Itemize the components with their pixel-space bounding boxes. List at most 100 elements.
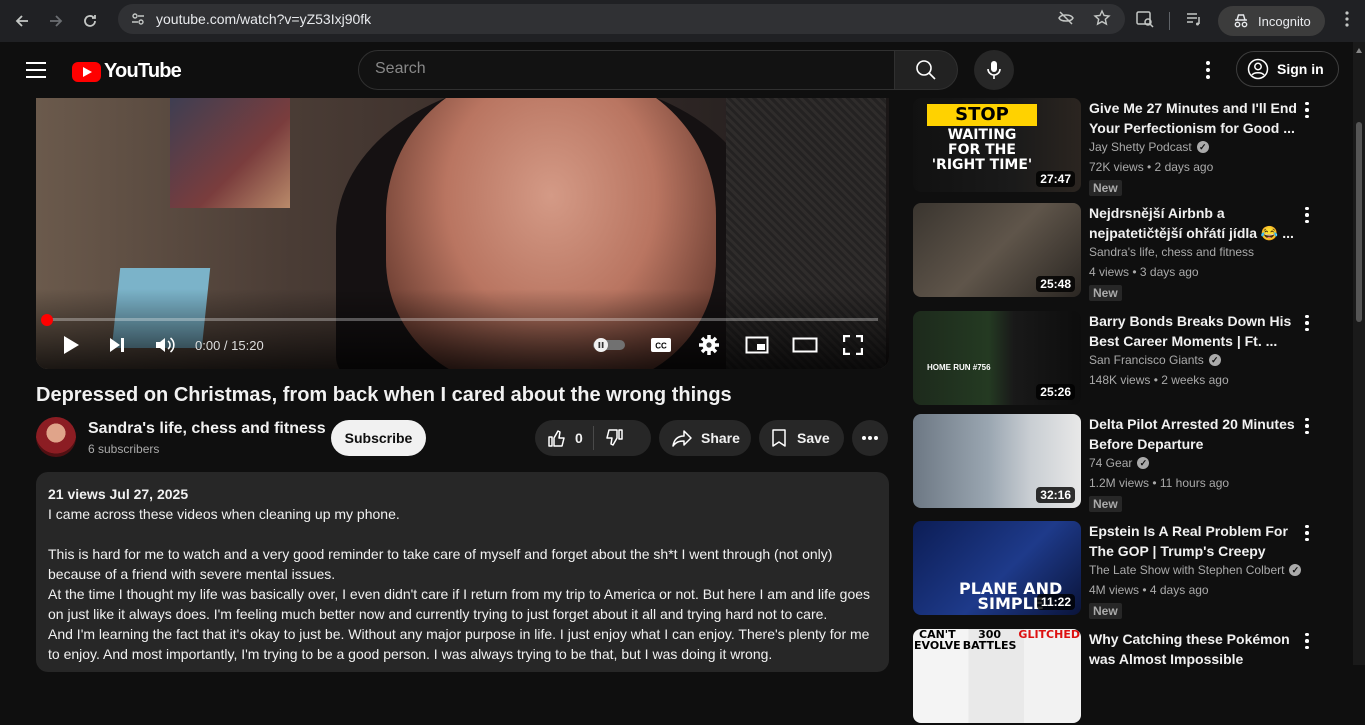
microphone-icon xyxy=(987,61,1001,79)
video-duration: 32:16 xyxy=(1036,487,1075,503)
svg-text:CC: CC xyxy=(655,342,667,351)
reload-icon[interactable] xyxy=(78,9,102,33)
eye-off-icon[interactable] xyxy=(1057,9,1075,31)
subscriber-count: 6 subscribers xyxy=(88,442,160,456)
next-button[interactable] xyxy=(106,334,128,356)
more-vertical-icon[interactable] xyxy=(1301,100,1313,120)
recommendation-thumbnail[interactable]: PLANE AND SIMPLE 11:22 xyxy=(913,521,1081,615)
incognito-indicator[interactable]: Incognito xyxy=(1218,6,1325,36)
recommendation-item[interactable]: CAN'T EVOLVE 300 BATTLES GLITCHED Why Catchin… xyxy=(913,629,1333,725)
bookmark-star-icon[interactable] xyxy=(1093,9,1111,31)
description-text: I came across these videos when cleaning… xyxy=(48,506,871,662)
thumbnail-text-column: 300 BATTLES xyxy=(963,629,1017,651)
logo-text: YouTube xyxy=(104,60,182,82)
recommendation-title[interactable]: Why Catching these Pokémon was Almost Im… xyxy=(1089,629,1297,669)
recommendation-meta: 72K views • 2 days ago xyxy=(1089,160,1214,174)
recommendation-thumbnail[interactable]: 32:16 xyxy=(913,414,1081,508)
subscribe-button[interactable]: Subscribe xyxy=(331,420,426,456)
progress-bar[interactable] xyxy=(47,318,878,321)
channel-name[interactable]: Sandra's life, chess and fitness xyxy=(88,420,326,438)
progress-scrubber[interactable] xyxy=(41,314,53,326)
recommendation-title[interactable]: Nejdrsnější Airbnb a nejpatetičtější ohř… xyxy=(1089,203,1297,243)
autoplay-toggle[interactable] xyxy=(591,334,627,356)
recommendation-title[interactable]: Barry Bonds Breaks Down His Best Career … xyxy=(1089,311,1297,351)
recommendation-meta: 4 views • 3 days ago xyxy=(1089,265,1199,279)
thumbnail-text-line: WAITING xyxy=(947,127,1017,143)
recommendation-item[interactable]: 32:16 Delta Pilot Arrested 20 Minutes Bef… xyxy=(913,414,1333,512)
miniplayer-button[interactable] xyxy=(744,334,770,356)
scroll-up-arrow-icon[interactable] xyxy=(1356,48,1362,53)
thumbnail-overlay-text: CAN'T EVOLVE 300 BATTLES GLITCHED xyxy=(913,629,1081,651)
more-vertical-icon[interactable] xyxy=(1301,631,1313,651)
toolbar-divider xyxy=(1169,12,1170,30)
fullscreen-icon xyxy=(843,335,863,355)
like-dislike-bar: 0 xyxy=(535,420,651,456)
recommendation-channel-name: San Francisco Giants xyxy=(1089,353,1204,367)
more-vertical-icon[interactable] xyxy=(1301,313,1313,333)
search-input[interactable] xyxy=(375,60,855,78)
volume-button[interactable] xyxy=(153,334,177,356)
voice-search-button[interactable] xyxy=(974,50,1014,90)
play-button[interactable] xyxy=(60,334,82,356)
scrollbar-thumb[interactable] xyxy=(1356,122,1362,322)
recommendation-channel-name: Jay Shetty Podcast xyxy=(1089,140,1192,154)
recommendation-item[interactable]: PLANE AND SIMPLE 11:22 Epstein Is A Real Pr… xyxy=(913,521,1333,619)
youtube-logo[interactable]: YouTube xyxy=(72,60,182,83)
recommendation-channel[interactable]: 74 Gear ✓ xyxy=(1089,456,1150,470)
recommendation-title[interactable]: Delta Pilot Arrested 20 Minutes Before D… xyxy=(1089,414,1297,454)
recommendation-thumbnail[interactable]: HOME RUN #756 25:26 xyxy=(913,311,1081,405)
address-bar[interactable]: youtube.com/watch?v=yZ53Ixj90fk xyxy=(118,4,1125,34)
settings-more-icon[interactable] xyxy=(1196,58,1220,82)
recommendation-item[interactable]: STOP WAITING FOR THE 'RIGHT TIME' 27:47 Give … xyxy=(913,98,1333,196)
recommendation-item[interactable]: 25:48 Nejdrsnější Airbnb a nejpatetičtějš… xyxy=(913,203,1333,301)
page-scrollbar[interactable] xyxy=(1353,42,1365,665)
recommendation-channel[interactable]: San Francisco Giants ✓ xyxy=(1089,353,1221,367)
lens-search-icon[interactable] xyxy=(1135,9,1155,34)
guide-menu-icon[interactable] xyxy=(26,62,46,78)
recommendation-thumbnail[interactable]: CAN'T EVOLVE 300 BATTLES GLITCHED xyxy=(913,629,1081,723)
recommendation-item[interactable]: HOME RUN #756 25:26 Barry Bonds Breaks Dow… xyxy=(913,311,1333,407)
forward-arrow-icon[interactable] xyxy=(44,9,68,33)
like-button[interactable]: 0 xyxy=(535,428,583,448)
share-icon xyxy=(672,430,692,447)
dislike-button[interactable] xyxy=(604,428,624,448)
chrome-menu-icon[interactable] xyxy=(1339,10,1355,33)
play-icon xyxy=(64,336,79,354)
recommendation-thumbnail[interactable]: STOP WAITING FOR THE 'RIGHT TIME' 27:47 xyxy=(913,98,1081,192)
captions-button[interactable]: CC xyxy=(649,334,673,356)
verified-check-icon: ✓ xyxy=(1289,564,1302,576)
search-box[interactable] xyxy=(358,50,895,90)
more-vertical-icon[interactable] xyxy=(1301,523,1313,543)
media-queue-icon[interactable] xyxy=(1184,9,1204,34)
thumbnail-overlay-text: STOP WAITING FOR THE 'RIGHT TIME' xyxy=(927,104,1037,173)
recommendation-channel[interactable]: Sandra's life, chess and fitness xyxy=(1089,245,1254,259)
controls-gradient xyxy=(36,289,889,369)
url-text[interactable]: youtube.com/watch?v=yZ53Ixj90fk xyxy=(156,11,371,27)
channel-avatar[interactable] xyxy=(36,417,76,457)
more-vertical-icon[interactable] xyxy=(1301,205,1313,225)
skip-next-icon xyxy=(110,338,124,352)
recommendation-channel-name: The Late Show with Stephen Colbert xyxy=(1089,563,1285,577)
video-duration: 25:26 xyxy=(1036,384,1075,400)
save-button[interactable]: Save xyxy=(759,420,844,456)
theater-mode-button[interactable] xyxy=(791,334,819,356)
recommendation-title[interactable]: Epstein Is A Real Problem For The GOP | … xyxy=(1089,521,1297,561)
settings-button[interactable] xyxy=(697,334,721,356)
sign-in-button[interactable]: Sign in xyxy=(1236,51,1339,87)
video-player[interactable]: 0:00 / 15:20 CC xyxy=(36,98,889,369)
new-badge: New xyxy=(1089,180,1122,196)
recommendation-thumbnail[interactable]: 25:48 xyxy=(913,203,1081,297)
recommendation-channel[interactable]: Jay Shetty Podcast ✓ xyxy=(1089,140,1209,154)
more-actions-button[interactable] xyxy=(852,420,888,456)
back-arrow-icon[interactable] xyxy=(10,9,34,33)
bookmark-icon xyxy=(772,429,786,447)
fullscreen-button[interactable] xyxy=(841,334,865,356)
recommendation-title[interactable]: Give Me 27 Minutes and I'll End Your Per… xyxy=(1089,98,1297,138)
description-box[interactable]: 21 views Jul 27, 2025 I came across thes… xyxy=(36,472,889,672)
gear-icon xyxy=(699,335,719,355)
recommendation-channel[interactable]: The Late Show with Stephen Colbert ✓ xyxy=(1089,563,1302,577)
more-vertical-icon[interactable] xyxy=(1301,416,1313,436)
site-settings-icon[interactable] xyxy=(128,9,148,29)
search-button[interactable] xyxy=(894,50,958,90)
share-button[interactable]: Share xyxy=(659,420,751,456)
